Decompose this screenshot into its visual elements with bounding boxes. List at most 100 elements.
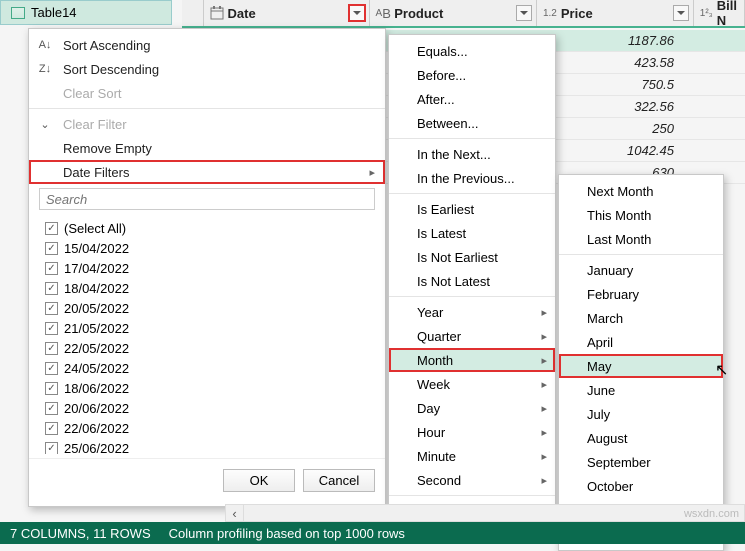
checkbox-icon: ✓ [45,362,58,375]
filter-value-item[interactable]: ✓21/05/2022 [39,318,375,338]
filter-value-item[interactable]: ✓18/04/2022 [39,278,375,298]
filter-values-list[interactable]: ✓(Select All) ✓15/04/2022 ✓17/04/2022 ✓1… [39,218,375,454]
column-header-bill[interactable]: 1²₃ Bill N [694,0,745,26]
filter-value-item[interactable]: ✓22/05/2022 [39,338,375,358]
month-next[interactable]: Next Month [559,179,723,203]
menu-separator [559,254,723,255]
column-label: Product [394,6,443,21]
filter-is-not-earliest[interactable]: Is Not Earliest [389,245,555,269]
filter-value-item[interactable]: ✓22/06/2022 [39,418,375,438]
filter-year[interactable]: Year [389,300,555,324]
filter-second[interactable]: Second [389,468,555,492]
menu-separator [29,108,385,109]
month-february[interactable]: February [559,282,723,306]
filter-hour[interactable]: Hour [389,420,555,444]
filter-is-not-latest[interactable]: Is Not Latest [389,269,555,293]
menu-label: Hour [417,425,445,440]
filter-equals[interactable]: Equals... [389,39,555,63]
menu-separator [389,296,555,297]
filter-after[interactable]: After... [389,87,555,111]
menu-label: Between... [417,116,478,131]
list-item-label: 25/06/2022 [64,441,129,455]
cancel-button[interactable]: Cancel [303,469,375,492]
sort-asc-icon: A↓ [37,39,53,51]
menu-label: September [587,455,651,470]
menu-label: Is Not Latest [417,274,490,289]
filter-month[interactable]: Month [389,348,555,372]
menu-label: July [587,407,610,422]
month-april[interactable]: April [559,330,723,354]
month-this[interactable]: This Month [559,203,723,227]
month-june[interactable]: June [559,378,723,402]
column-filter-dropdown[interactable] [349,5,365,21]
menu-label: Year [417,305,443,320]
column-header-date[interactable]: Date [204,0,371,26]
filter-minute[interactable]: Minute [389,444,555,468]
month-september[interactable]: September [559,450,723,474]
month-may[interactable]: May [559,354,723,378]
menu-separator [389,495,555,496]
menu-label: Quarter [417,329,461,344]
filter-is-latest[interactable]: Is Latest [389,221,555,245]
menu-label: April [587,335,613,350]
filter-in-next[interactable]: In the Next... [389,142,555,166]
checkbox-icon: ✓ [45,402,58,415]
menu-label: Sort Descending [63,62,159,77]
column-header-product[interactable]: AB Product [370,0,537,26]
filter-value-item[interactable]: ✓20/05/2022 [39,298,375,318]
column-label: Date [228,6,256,21]
grid-header: Date AB Product 1.2 Price 1²₃ Bill N [182,0,745,28]
filter-value-item[interactable]: ✓15/04/2022 [39,238,375,258]
column-header-price[interactable]: 1.2 Price [537,0,694,26]
menu-date-filters[interactable]: Date Filters [29,160,385,184]
list-item-label: 15/04/2022 [64,241,129,256]
status-columns-rows: 7 COLUMNS, 11 ROWS [10,526,151,541]
filter-search-input[interactable] [39,188,375,210]
column-filter-dropdown[interactable] [673,5,689,21]
list-item-label: 18/04/2022 [64,281,129,296]
month-january[interactable]: January [559,258,723,282]
filter-day[interactable]: Day [389,396,555,420]
filter-in-previous[interactable]: In the Previous... [389,166,555,190]
checkbox-icon: ✓ [45,302,58,315]
menu-label: Is Earliest [417,202,474,217]
table-icon [11,7,25,19]
filter-before[interactable]: Before... [389,63,555,87]
month-october[interactable]: October [559,474,723,498]
checkbox-icon: ✓ [45,342,58,355]
menu-separator [389,193,555,194]
menu-sort-ascending[interactable]: A↓ Sort Ascending [29,33,385,57]
month-submenu: Next Month This Month Last Month January… [558,174,724,551]
month-july[interactable]: July [559,402,723,426]
menu-sort-descending[interactable]: Z↓ Sort Descending [29,57,385,81]
menu-separator [389,138,555,139]
filter-week[interactable]: Week [389,372,555,396]
filter-select-all[interactable]: ✓(Select All) [39,218,375,238]
filter-value-item[interactable]: ✓18/06/2022 [39,378,375,398]
checkbox-icon: ✓ [45,382,58,395]
queries-selected-table[interactable]: Table14 [0,0,172,25]
menu-remove-empty[interactable]: Remove Empty [29,136,385,160]
month-march[interactable]: March [559,306,723,330]
month-august[interactable]: August [559,426,723,450]
row-header-corner[interactable] [182,0,204,26]
menu-label: In the Previous... [417,171,515,186]
menu-label: Minute [417,449,456,464]
menu-label: May [587,359,612,374]
filter-value-item[interactable]: ✓17/04/2022 [39,258,375,278]
filter-quarter[interactable]: Quarter [389,324,555,348]
horizontal-scrollbar[interactable]: ‹ [225,504,745,522]
filter-between[interactable]: Between... [389,111,555,135]
scroll-left-icon[interactable]: ‹ [226,505,244,521]
filter-value-item[interactable]: ✓24/05/2022 [39,358,375,378]
filter-is-earliest[interactable]: Is Earliest [389,197,555,221]
filter-value-item[interactable]: ✓25/06/2022 [39,438,375,454]
month-last[interactable]: Last Month [559,227,723,251]
int-type-icon: 1²₃ [700,6,713,20]
filter-value-item[interactable]: ✓20/06/2022 [39,398,375,418]
menu-label: Clear Filter [63,117,127,132]
sort-desc-icon: Z↓ [37,63,53,75]
column-filter-dropdown[interactable] [516,5,532,21]
ok-button[interactable]: OK [223,469,295,492]
column-label: Bill N [717,0,738,28]
